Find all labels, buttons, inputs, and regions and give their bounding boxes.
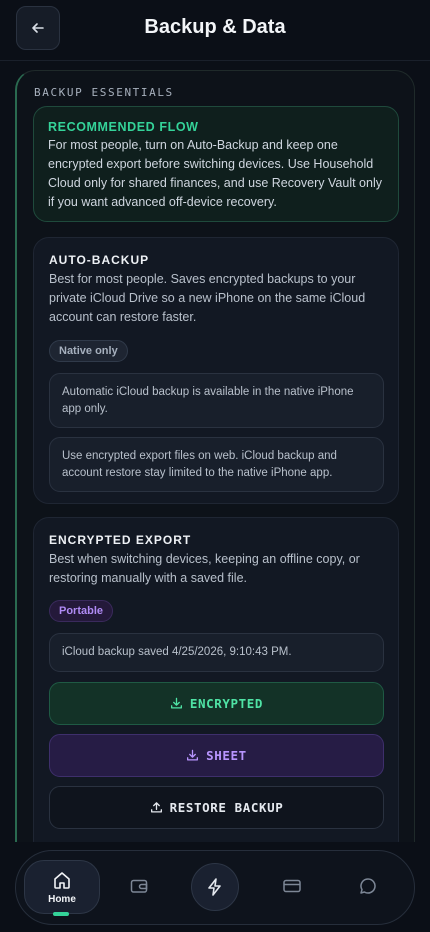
page-title: Backup & Data [144,16,286,38]
upload-icon [150,802,162,813]
home-icon [54,871,70,889]
download-icon [187,749,199,761]
download-icon [170,697,182,709]
bolt-icon [208,878,221,896]
recommended-flow-body: For most people, turn on Auto-Backup and… [48,138,382,209]
backup-status: iCloud backup saved 4/25/2026, 9:10:43 P… [49,633,384,672]
top-bar: Backup & Data [0,0,430,61]
tab-wallet[interactable] [125,872,153,900]
auto-backup-card: AUTO-BACKUP Best for most people. Saves … [33,237,399,504]
chat-icon [360,878,376,894]
auto-backup-title: AUTO-BACKUP [49,253,150,267]
encrypted-export-card: ENCRYPTED EXPORT Best when switching dev… [33,517,399,857]
export-sheet-button[interactable]: SHEET [49,734,384,777]
export-sheet-label: SHEET [206,748,247,763]
encrypted-export-description: Best when switching devices, keeping an … [49,552,360,585]
tab-home-label: Home [48,893,76,905]
recommended-flow-title: RECOMMENDED FLOW [48,120,199,134]
restore-backup-label: RESTORE BACKUP [169,800,284,815]
tab-chat[interactable] [354,872,382,900]
export-encrypted-button[interactable]: ENCRYPTED [49,682,384,725]
auto-backup-note-native: Automatic iCloud backup is available in … [49,373,384,428]
export-encrypted-label: ENCRYPTED [189,696,264,711]
restore-backup-button[interactable]: RESTORE BACKUP [49,786,384,829]
tab-home[interactable]: Home [24,860,100,914]
card-icon [283,879,301,893]
auto-backup-note-web: Use encrypted export files on web. iClou… [49,437,384,492]
native-only-badge: Native only [49,340,128,362]
auto-backup-description: Best for most people. Saves encrypted ba… [49,272,366,324]
section-label: BACKUP ESSENTIALS [34,86,174,99]
tab-cards[interactable] [278,872,306,900]
recommended-flow-card: RECOMMENDED FLOW For most people, turn o… [33,106,399,222]
tab-quick-action[interactable] [191,863,239,911]
active-tab-indicator [53,912,69,916]
wallet-icon [130,879,148,893]
encrypted-export-title: ENCRYPTED EXPORT [49,533,192,547]
portable-badge: Portable [49,600,114,622]
